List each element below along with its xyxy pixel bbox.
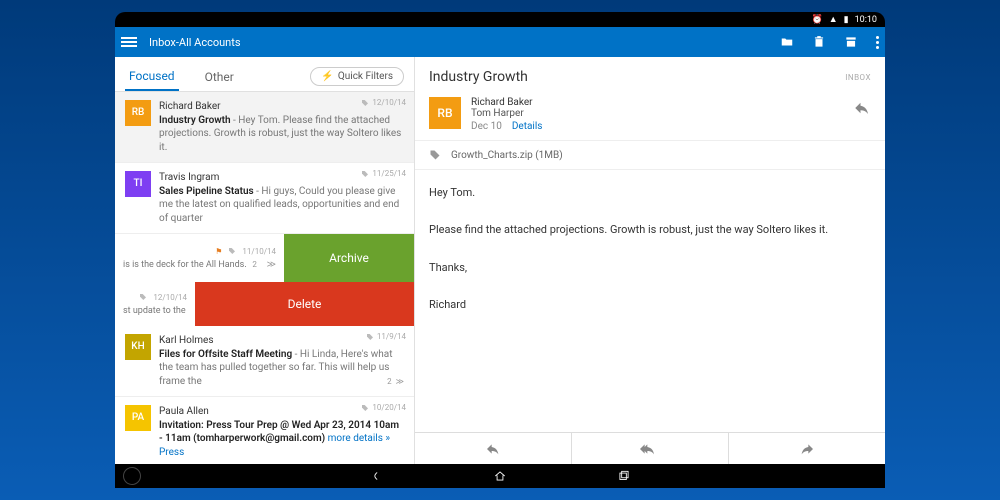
messages[interactable]: RB Richard Baker Industry Growth - Hey T… xyxy=(115,92,414,464)
from-name: Richard Baker xyxy=(471,97,542,108)
status-time: 10:10 xyxy=(855,15,877,25)
swipe-under-text: st update to the xyxy=(123,306,187,316)
avatar: TI xyxy=(125,171,151,197)
app-header: Inbox-All Accounts xyxy=(115,27,885,57)
message-list-pane: Focused Other ⚡ Quick Filters RB Richard… xyxy=(115,57,415,464)
tag-icon xyxy=(429,149,441,161)
reading-subject: Industry Growth xyxy=(429,69,845,85)
header-title: Inbox-All Accounts xyxy=(149,36,780,49)
reply-all-button[interactable] xyxy=(572,433,729,464)
delete-icon[interactable] xyxy=(812,35,826,49)
folder-icon[interactable] xyxy=(780,35,794,49)
content-area: Focused Other ⚡ Quick Filters RB Richard… xyxy=(115,57,885,464)
archive-action[interactable]: Archive xyxy=(284,234,414,282)
message-item[interactable]: RB Richard Baker Industry Growth - Hey T… xyxy=(115,92,414,163)
overflow-icon[interactable] xyxy=(876,36,879,49)
swipe-delete-row[interactable]: 12/10/14 st update to the Delete xyxy=(115,282,414,326)
swipe-under-text: is is the deck for the All Hands. xyxy=(123,260,247,270)
status-bar: ⏰ ▲ ▮ 10:10 xyxy=(115,12,885,27)
android-nav-bar xyxy=(115,464,885,488)
archive-icon[interactable] xyxy=(844,35,858,49)
reading-action-bar xyxy=(415,432,885,464)
alarm-icon: ⏰ xyxy=(811,15,822,25)
details-link[interactable]: Details xyxy=(512,121,543,132)
message-meta: 10/20/14 xyxy=(361,403,406,414)
reading-body: Hey Tom. Please find the attached projec… xyxy=(415,170,885,432)
tag-icon xyxy=(228,247,236,255)
subject: Files for Offsite Staff Meeting xyxy=(159,349,292,360)
lightning-icon: ⚡ xyxy=(321,71,333,82)
message-item[interactable]: TI Travis Ingram Sales Pipeline Status -… xyxy=(115,163,414,234)
subject: Sales Pipeline Status xyxy=(159,186,254,197)
message-meta: 11/9/14 xyxy=(366,332,406,343)
menu-icon[interactable] xyxy=(121,37,137,47)
avatar: PA xyxy=(125,405,151,431)
tab-other[interactable]: Other xyxy=(201,66,238,90)
back-icon[interactable] xyxy=(369,469,383,483)
tab-focused[interactable]: Focused xyxy=(125,65,179,91)
battery-icon: ▮ xyxy=(844,15,849,25)
reply-icon[interactable] xyxy=(853,99,871,120)
thread-chevron: 2≫ xyxy=(387,377,404,388)
tag-icon xyxy=(366,333,374,341)
tag-icon xyxy=(361,99,369,107)
tablet-frame: ⏰ ▲ ▮ 10:10 Inbox-All Accounts Focused O… xyxy=(115,12,885,488)
attachment-row[interactable]: Growth_Charts.zip (1MB) xyxy=(415,140,885,170)
quick-filters-label: Quick Filters xyxy=(338,71,393,82)
message-item[interactable]: KH Karl Holmes Files for Offsite Staff M… xyxy=(115,326,414,397)
message-item[interactable]: PA Paula Allen Invitation: Press Tour Pr… xyxy=(115,397,414,464)
recent-icon[interactable] xyxy=(617,469,631,483)
subject: Industry Growth xyxy=(159,115,231,126)
header-date: Dec 10 xyxy=(471,121,502,132)
forward-button[interactable] xyxy=(729,433,885,464)
reply-button[interactable] xyxy=(415,433,572,464)
inbox-label: INBOX xyxy=(845,73,871,82)
message-meta: 11/25/14 xyxy=(361,169,406,180)
message-meta: 12/10/14 xyxy=(361,98,406,109)
reading-pane: Industry Growth INBOX RB Richard Baker T… xyxy=(415,57,885,464)
tag-icon xyxy=(139,293,147,301)
tabs-row: Focused Other ⚡ Quick Filters xyxy=(115,57,414,92)
wifi-icon: ▲ xyxy=(829,14,838,25)
attachment-name: Growth_Charts.zip (1MB) xyxy=(451,150,563,161)
quick-filters-button[interactable]: ⚡ Quick Filters xyxy=(310,67,404,86)
reading-header: RB Richard Baker Tom Harper Dec 10 Detail… xyxy=(415,93,885,140)
flag-icon: ⚑ xyxy=(215,247,222,256)
avatar: RB xyxy=(429,97,461,129)
avatar: RB xyxy=(125,100,151,126)
tag-icon xyxy=(361,404,369,412)
swipe-archive-row[interactable]: ⚑11/10/14 is is the deck for the All Han… xyxy=(115,234,414,282)
to-name: Tom Harper xyxy=(471,108,542,119)
tablet-home-indicator xyxy=(123,467,141,485)
home-icon[interactable] xyxy=(493,469,507,483)
tag-icon xyxy=(361,170,369,178)
avatar: KH xyxy=(125,334,151,360)
delete-action[interactable]: Delete xyxy=(195,282,414,326)
